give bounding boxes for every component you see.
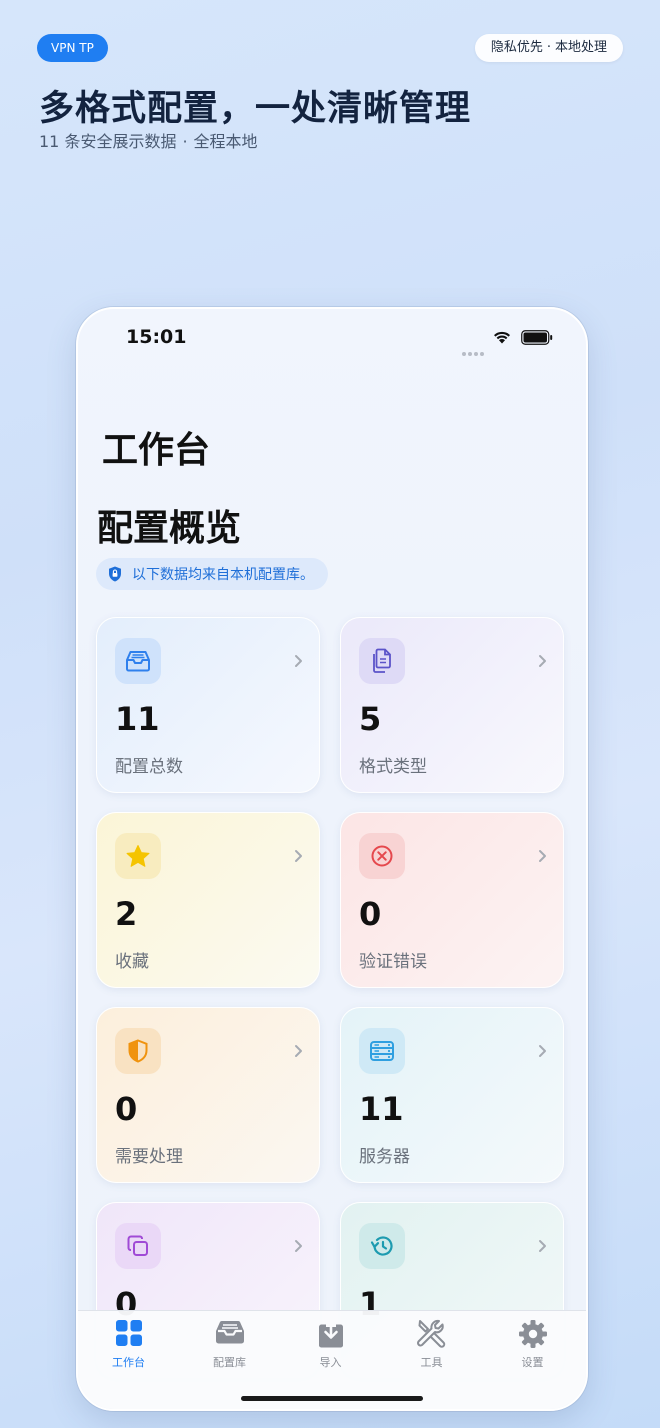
promo-headline: 多格式配置，一处清晰管理 [39, 89, 472, 129]
tab-label: 配置库 [213, 1356, 246, 1369]
download-icon [318, 1319, 343, 1348]
privacy-label: 隐私优先 [490, 40, 543, 55]
section-title: 配置概览 [97, 508, 242, 549]
chevron-right-icon [539, 1045, 546, 1057]
record-count-text: 11 条安全展示数据 [39, 132, 177, 151]
chevron-right-icon [295, 655, 302, 667]
card-value: 0 [359, 895, 382, 933]
local-processing-label: 本地处理 [554, 40, 607, 55]
page-title: 工作台 [102, 430, 211, 471]
chevron-right-icon [295, 850, 302, 862]
tab-settings[interactable]: 设置 [482, 1311, 583, 1371]
card-needs-attention[interactable]: 0 需要处理 [96, 1007, 320, 1183]
server-icon [359, 1028, 405, 1074]
wrench-screwdriver-icon [416, 1319, 445, 1348]
chevron-right-icon [539, 1240, 546, 1252]
star-icon [115, 833, 161, 879]
local-only-text: 全程本地 [193, 132, 258, 151]
card-format-types[interactable]: 5 格式类型 [340, 617, 564, 793]
brand-badge: VPN TP [37, 34, 108, 62]
tab-tools[interactable]: 工具 [381, 1311, 482, 1371]
signal-dots-icon [462, 341, 486, 356]
wifi-icon [494, 331, 510, 344]
card-total-configs[interactable]: 11 配置总数 [96, 617, 320, 793]
promo-subline: 11 条安全展示数据 · 全程本地 [39, 128, 264, 152]
subline-separator: · [182, 132, 188, 151]
card-servers[interactable]: 11 服务器 [340, 1007, 564, 1183]
chevron-right-icon [295, 1045, 302, 1057]
inbox-tray-icon [115, 638, 161, 684]
tab-label: 工具 [420, 1356, 443, 1369]
phone-screen: 15:01 工作台 配置概览 以下数据均来自本机配置库。 11 配置总数 5 格… [76, 307, 588, 1411]
tab-label: 导入 [319, 1356, 342, 1369]
card-label: 收藏 [115, 952, 149, 972]
status-time: 15:01 [126, 326, 187, 348]
card-value: 11 [115, 700, 160, 738]
tab-bar: 工作台 配置库 导入 工具 设置 [78, 1310, 586, 1409]
card-label: 服务器 [359, 1147, 410, 1167]
card-label: 配置总数 [115, 757, 183, 777]
status-bar: 15:01 [78, 309, 586, 365]
history-icon [359, 1223, 405, 1269]
card-favorites[interactable]: 2 收藏 [96, 812, 320, 988]
lock-shield-icon [109, 566, 121, 582]
gear-icon [518, 1320, 547, 1348]
privacy-separator: · [546, 40, 551, 55]
tab-label: 设置 [521, 1356, 544, 1369]
chevron-right-icon [539, 850, 546, 862]
card-label: 需要处理 [115, 1147, 183, 1167]
duplicate-icon [115, 1223, 161, 1269]
privacy-badge: 隐私优先 · 本地处理 [474, 34, 623, 62]
tab-import[interactable]: 导入 [280, 1311, 381, 1371]
battery-icon [521, 330, 553, 345]
tab-label: 工作台 [112, 1356, 145, 1369]
chevron-right-icon [295, 1240, 302, 1252]
local-data-notice: 以下数据均来自本机配置库。 [96, 558, 328, 590]
error-circle-icon [359, 833, 405, 879]
card-label: 验证错误 [359, 952, 427, 972]
home-indicator[interactable] [241, 1396, 423, 1401]
tray-icon [215, 1320, 244, 1344]
tab-config-library[interactable]: 配置库 [179, 1311, 280, 1371]
chevron-right-icon [539, 655, 546, 667]
half-shield-icon [115, 1028, 161, 1074]
grid-icon [115, 1320, 142, 1346]
documents-icon [359, 638, 405, 684]
card-value: 0 [115, 1090, 138, 1128]
card-value: 5 [359, 700, 382, 738]
card-validation-errors[interactable]: 0 验证错误 [340, 812, 564, 988]
notice-text: 以下数据均来自本机配置库。 [132, 567, 314, 583]
card-value: 2 [115, 895, 138, 933]
tab-workbench[interactable]: 工作台 [78, 1311, 179, 1371]
card-label: 格式类型 [359, 757, 427, 777]
card-value: 11 [359, 1090, 404, 1128]
